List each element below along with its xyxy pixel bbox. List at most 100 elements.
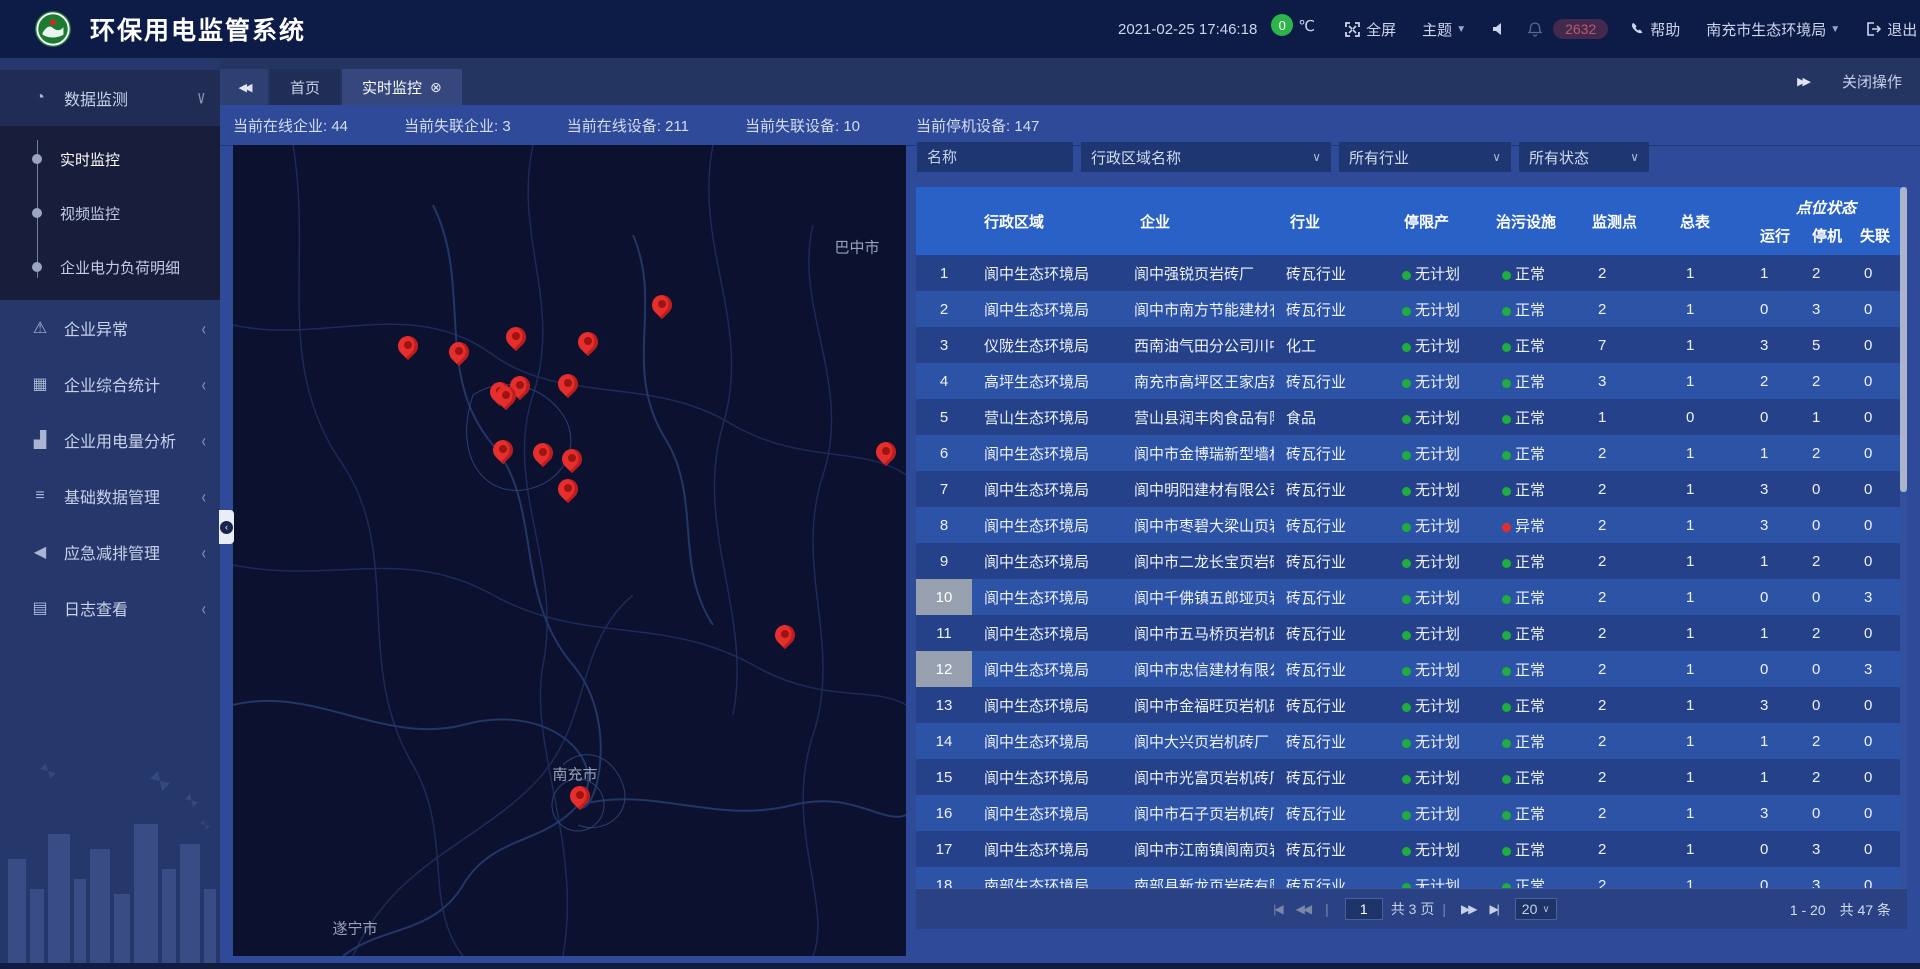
- table-row[interactable]: 12阆中生态环境局阆中市忠信建材有限公砖瓦行业无计划正常21003: [916, 651, 1907, 687]
- cell-region: 阆中生态环境局: [972, 299, 1122, 320]
- table-row[interactable]: 13阆中生态环境局阆中市金福旺页岩机砖砖瓦行业无计划正常21300: [916, 687, 1907, 723]
- layers-icon: ≡: [30, 487, 50, 505]
- cell-monitor-count: 2: [1586, 769, 1674, 786]
- prev-page-button[interactable]: ◀◀: [1296, 902, 1310, 916]
- status-select[interactable]: 所有状态 ∨: [1519, 142, 1649, 172]
- table-row[interactable]: 8阆中生态环境局阆中市枣碧大梁山页岩砖瓦行业无计划异常21300: [916, 507, 1907, 543]
- close-operations-button[interactable]: 关闭操作: [1842, 71, 1902, 92]
- cell-total-meter: 1: [1674, 301, 1752, 318]
- map-pin-icon[interactable]: [570, 786, 590, 806]
- row-number: 8: [916, 507, 972, 543]
- table-row[interactable]: 10阆中生态环境局阆中千佛镇五郎垭页岩砖瓦行业无计划正常21003: [916, 579, 1907, 615]
- map-pin-icon[interactable]: [493, 440, 513, 460]
- status-dot-icon: [1402, 811, 1411, 820]
- page-number-input[interactable]: [1345, 898, 1383, 920]
- cell-lost-count: 0: [1856, 841, 1900, 858]
- table-row[interactable]: 4高坪生态环境局南充市高坪区王家店建砖瓦行业无计划正常31220: [916, 363, 1907, 399]
- cell-region: 阆中生态环境局: [972, 479, 1122, 500]
- status-dot-icon: [1402, 739, 1411, 748]
- fullscreen-button[interactable]: 全屏: [1345, 19, 1396, 40]
- map-pin-icon[interactable]: [578, 332, 598, 352]
- map-pin-icon[interactable]: [398, 336, 418, 356]
- sidebar-subitem-0[interactable]: 实时监控: [0, 132, 220, 186]
- table-row[interactable]: 11阆中生态环境局阆中市五马桥页岩机砖砖瓦行业无计划正常21120: [916, 615, 1907, 651]
- name-search-input[interactable]: [917, 142, 1073, 172]
- cell-stop-plan: 无计划: [1390, 515, 1490, 536]
- cell-lost-count: 0: [1856, 625, 1900, 642]
- map-pin-icon[interactable]: [558, 374, 578, 394]
- sidebar-item-1[interactable]: ⚠企业异常‹: [0, 300, 220, 356]
- sidebar-collapse-handle[interactable]: ‹: [219, 510, 234, 544]
- page-size-select[interactable]: 20 ∨: [1515, 898, 1557, 920]
- tabs-scroll-left-button[interactable]: ◀◀: [220, 69, 268, 105]
- region-select[interactable]: 行政区域名称 ∨: [1081, 142, 1331, 172]
- status-dot-icon: [1402, 595, 1411, 604]
- map-pin-icon[interactable]: [652, 295, 672, 315]
- sidebar: ◔数据监测∨ 实时监控视频监控企业电力负荷明细 ⚠企业异常‹▦企业综合统计‹▟企业用…: [0, 58, 220, 969]
- theme-label: 主题: [1422, 19, 1452, 40]
- cell-total-meter: 1: [1674, 337, 1752, 354]
- sidebar-subitem-1[interactable]: 视频监控: [0, 186, 220, 240]
- cell-lost-count: 0: [1856, 877, 1900, 889]
- app-logo-icon: [34, 10, 72, 48]
- stat-label: 当前停机设备:: [916, 118, 1014, 135]
- theme-dropdown[interactable]: 主题 ▼: [1422, 19, 1466, 40]
- table-row[interactable]: 9阆中生态环境局阆中市二龙长宝页岩砖砖瓦行业无计划正常21120: [916, 543, 1907, 579]
- stats-icon: ▦: [30, 374, 50, 394]
- table-row[interactable]: 18南部生态环境局南部县新龙页岩砖有限公砖瓦行业无计划正常21030: [916, 867, 1907, 888]
- sidebar-item-6[interactable]: ▤日志查看‹: [0, 580, 220, 636]
- map-pin-icon[interactable]: [876, 442, 896, 462]
- sidebar-item-2[interactable]: ▦企业综合统计‹: [0, 356, 220, 412]
- map-pin-icon[interactable]: [506, 327, 526, 347]
- table-row[interactable]: 17阆中生态环境局阆中市江南镇阆南页岩砖瓦行业无计划正常21030: [916, 831, 1907, 867]
- first-page-button[interactable]: |◀: [1273, 902, 1281, 916]
- last-page-button[interactable]: ▶|: [1489, 902, 1497, 916]
- sidebar-item-0[interactable]: ◔数据监测∨: [0, 70, 220, 126]
- table-row[interactable]: 6阆中生态环境局阆中市金博瑞新型墙材砖瓦行业无计划正常21120: [916, 435, 1907, 471]
- table-scrollbar[interactable]: [1900, 187, 1907, 888]
- tab-home[interactable]: 首页: [270, 69, 340, 105]
- status-dot-icon: [1502, 559, 1511, 568]
- logout-button[interactable]: 退出: [1866, 19, 1917, 40]
- map-pin-icon[interactable]: [496, 386, 516, 406]
- sidebar-item-5[interactable]: ◀应急减排管理‹: [0, 524, 220, 580]
- help-button[interactable]: 帮助: [1630, 19, 1680, 40]
- table-row[interactable]: 1阆中生态环境局阆中强锐页岩砖厂砖瓦行业无计划正常21120: [916, 255, 1907, 291]
- chevron-left-icon: ‹: [220, 521, 233, 534]
- industry-select[interactable]: 所有行业 ∨: [1339, 142, 1511, 172]
- table-row[interactable]: 16阆中生态环境局阆中市石子页岩机砖厂砖瓦行业无计划正常21300: [916, 795, 1907, 831]
- mute-button[interactable]: [1492, 22, 1512, 36]
- scrollbar-thumb[interactable]: [1900, 187, 1907, 492]
- map-pin-icon[interactable]: [449, 342, 469, 362]
- tabs-scroll-right-button[interactable]: ▶▶: [1797, 75, 1808, 88]
- chevron-down-icon: ∨: [196, 87, 206, 109]
- cell-total-meter: 1: [1674, 661, 1752, 678]
- table-row[interactable]: 3仪陇生态环境局西南油气田分公司川中化工无计划正常71350: [916, 327, 1907, 363]
- cell-lost-count: 3: [1856, 661, 1900, 678]
- table-row[interactable]: 5营山生态环境局营山县润丰肉食品有限食品无计划正常10010: [916, 399, 1907, 435]
- cell-treatment: 正常: [1490, 803, 1586, 824]
- tab-realtime-monitor[interactable]: 实时监控 ⊗: [342, 69, 462, 105]
- sidebar-subitem-2[interactable]: 企业电力负荷明细: [0, 240, 220, 294]
- map-pin-icon[interactable]: [558, 479, 578, 499]
- next-page-button[interactable]: ▶▶: [1461, 902, 1475, 916]
- sidebar-item-4[interactable]: ≡基础数据管理‹: [0, 468, 220, 524]
- sidebar-item-3[interactable]: ▟企业用电量分析‹: [0, 412, 220, 468]
- map-panel[interactable]: 巴中市南充市遂宁市: [233, 145, 906, 956]
- table-row[interactable]: 14阆中生态环境局阆中大兴页岩机砖厂砖瓦行业无计划正常21120: [916, 723, 1907, 759]
- map-pin-icon[interactable]: [562, 449, 582, 469]
- table-rows: 1阆中生态环境局阆中强锐页岩砖厂砖瓦行业无计划正常211202阆中生态环境局阆中…: [916, 255, 1907, 888]
- cell-industry: 砖瓦行业: [1274, 371, 1390, 392]
- map-pin-icon[interactable]: [533, 443, 553, 463]
- notifications-button[interactable]: 2632: [1528, 19, 1608, 39]
- treatment-text: 正常: [1515, 266, 1545, 283]
- org-dropdown[interactable]: 南充市生态环境局 ▼: [1706, 19, 1840, 40]
- map-pin-icon[interactable]: [775, 625, 795, 645]
- table-row[interactable]: 15阆中生态环境局阆中市光富页岩机砖厂砖瓦行业无计划正常21120: [916, 759, 1907, 795]
- tab-close-icon[interactable]: ⊗: [430, 79, 442, 96]
- treatment-text: 正常: [1515, 734, 1545, 751]
- table-row[interactable]: 2阆中生态环境局阆中市南方节能建材有砖瓦行业无计划正常21030: [916, 291, 1907, 327]
- cell-lost-count: 0: [1856, 445, 1900, 462]
- table-row[interactable]: 7阆中生态环境局阆中明阳建材有限公司砖瓦行业无计划正常21300: [916, 471, 1907, 507]
- treatment-text: 正常: [1515, 590, 1545, 607]
